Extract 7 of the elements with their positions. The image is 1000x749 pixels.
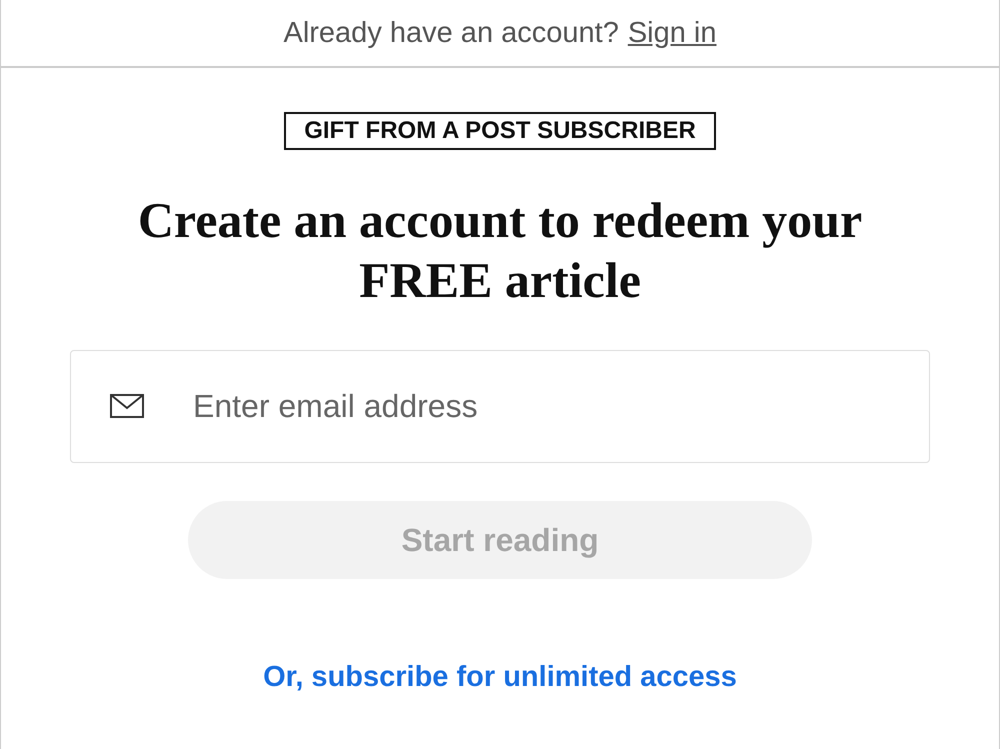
subscribe-link[interactable]: Or, subscribe for unlimited access: [263, 661, 737, 694]
sign-in-prompt: Already have an account?: [283, 16, 619, 50]
heading: Create an account to redeem your FREE article: [136, 191, 864, 310]
sign-in-link[interactable]: Sign in: [628, 16, 716, 50]
email-field[interactable]: Enter email address: [70, 350, 930, 463]
gift-badge: GIFT FROM A POST SUBSCRIBER: [284, 112, 716, 150]
envelope-icon: [110, 394, 144, 418]
